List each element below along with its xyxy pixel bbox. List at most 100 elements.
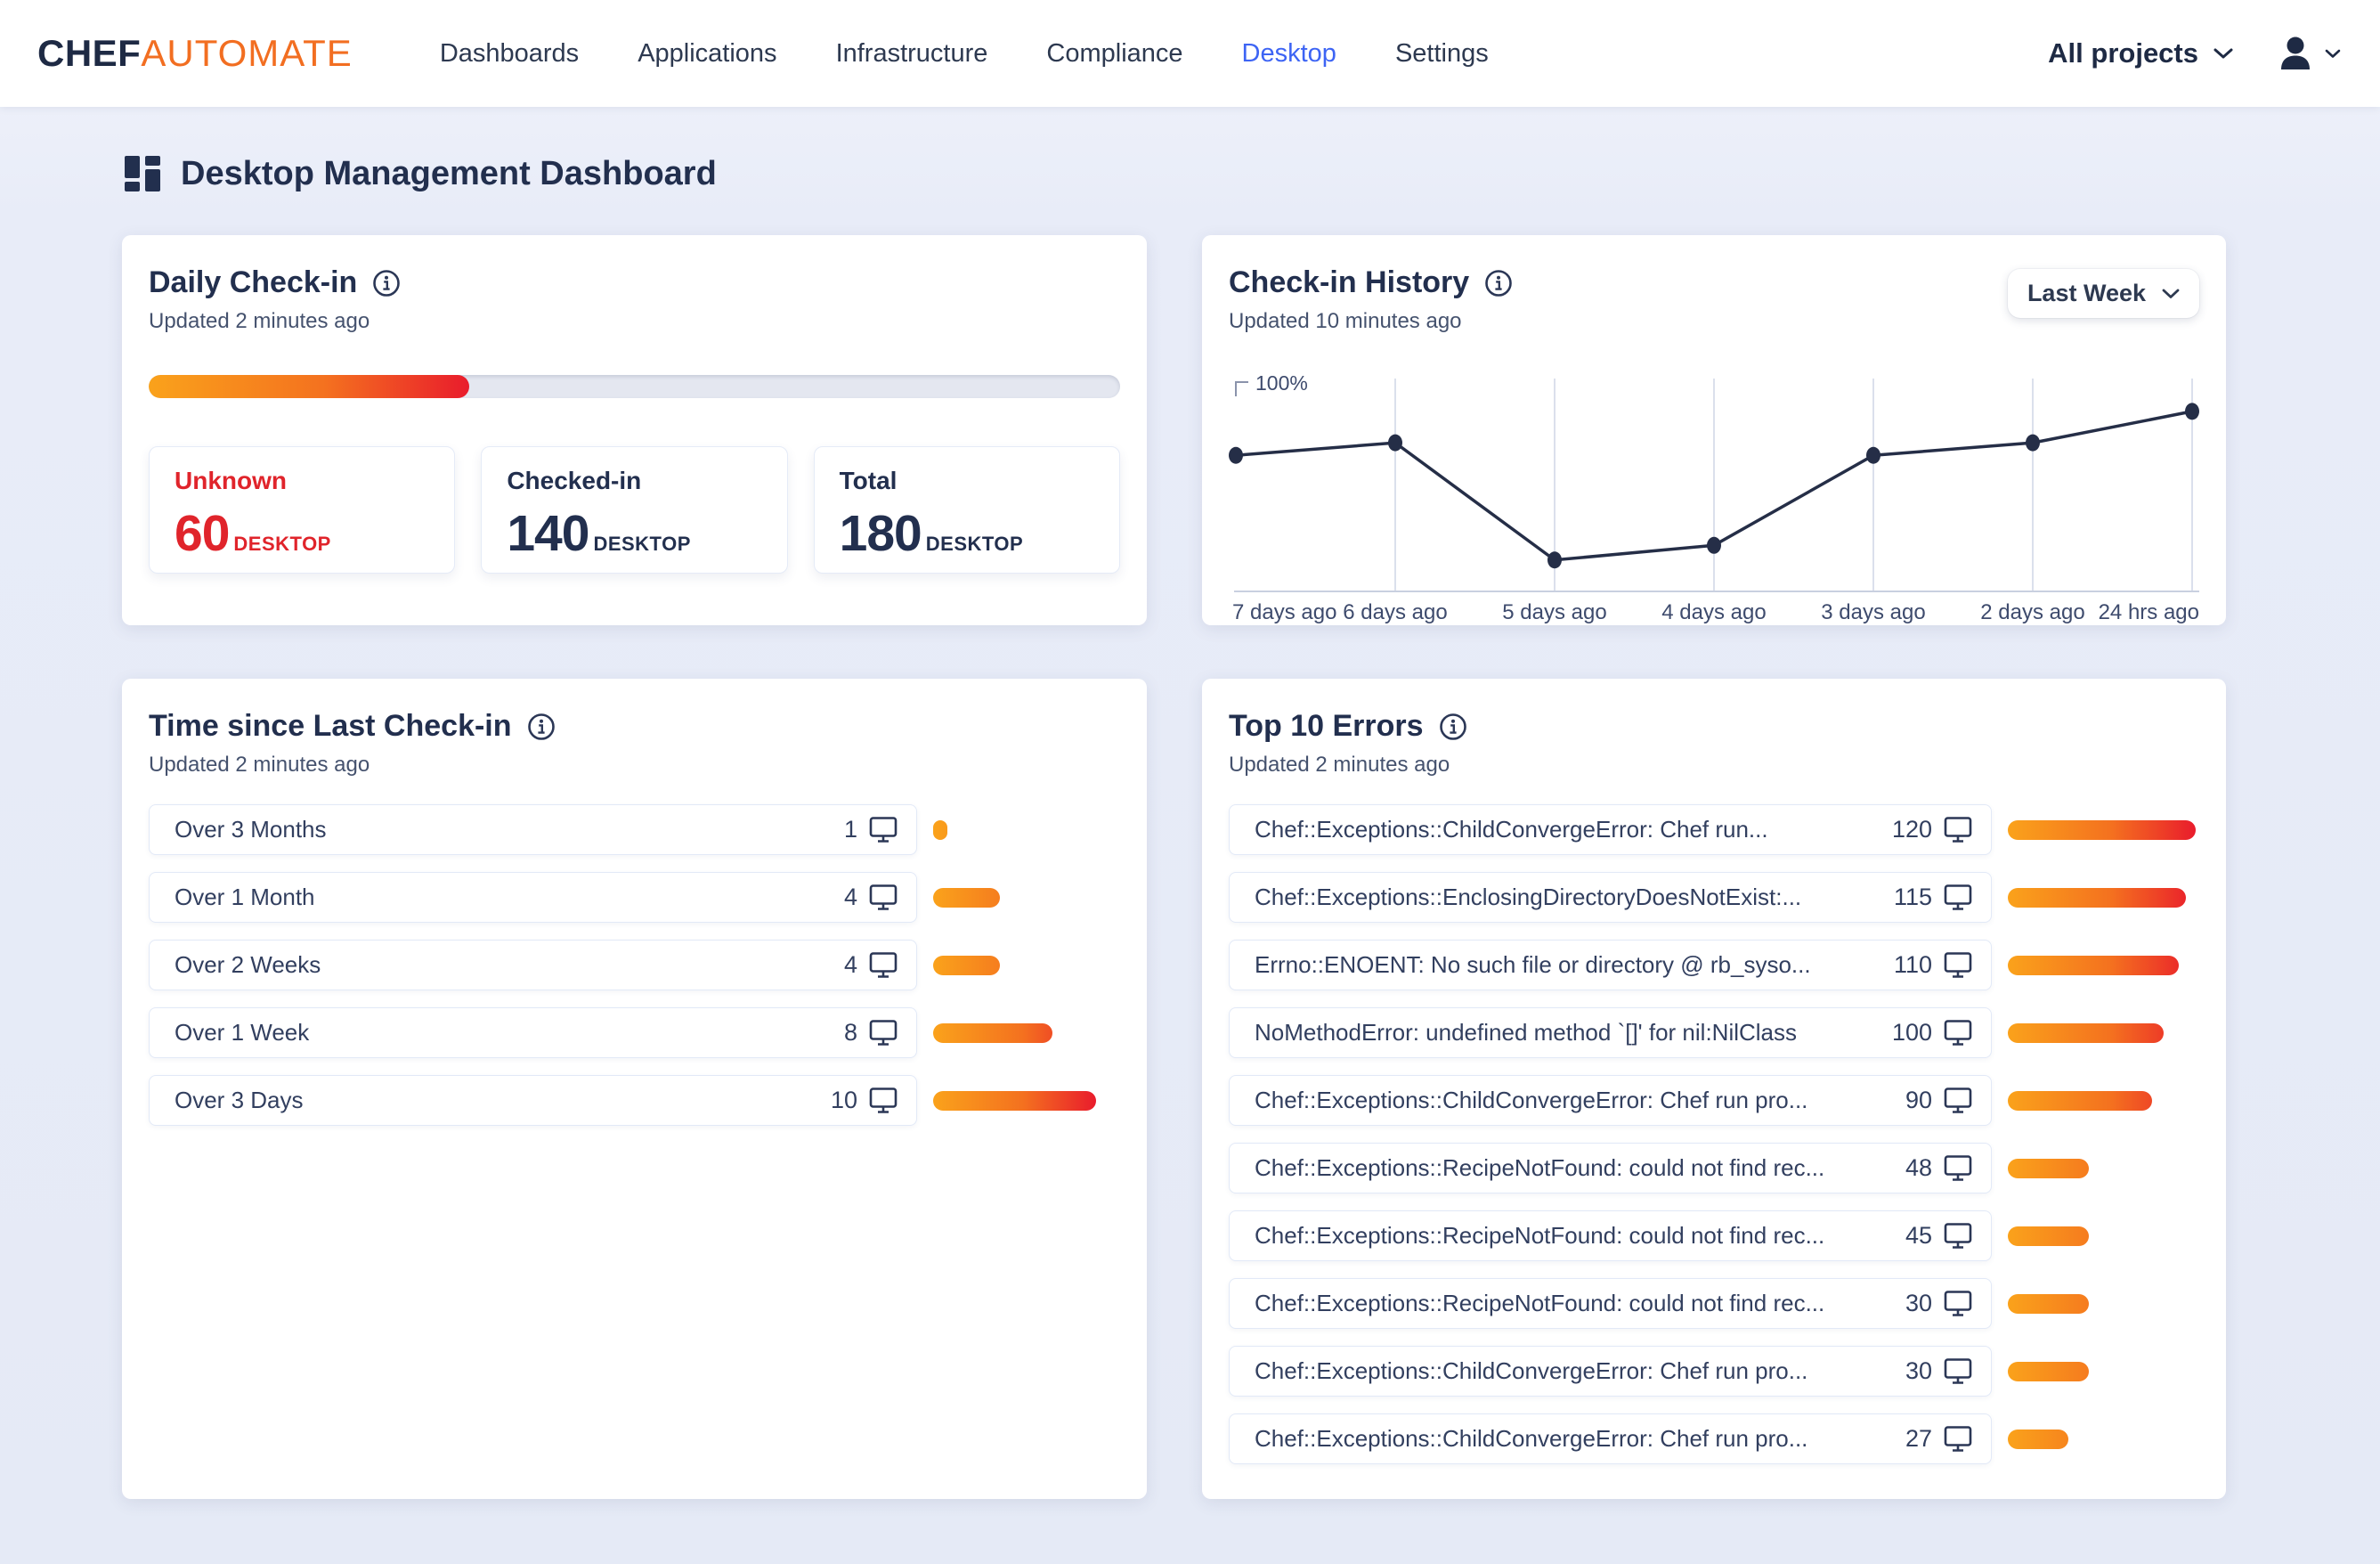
time-range-value: Last Week [2027,280,2146,307]
list-item-label: Chef::Exceptions::ChildConvergeError: Ch… [1255,1357,1893,1385]
info-icon[interactable] [1438,712,1468,742]
top-errors-card: Top 10 Errors Updated 2 minutes ago Chef… [1202,679,2226,1499]
list-item-label: Over 3 Days [175,1087,818,1114]
value-bar [2008,1430,2068,1449]
list-item-pill[interactable]: Chef::Exceptions::EnclosingDirectoryDoes… [1229,872,1992,923]
list-item-pill[interactable]: Chef::Exceptions::ChildConvergeError: Ch… [1229,1346,1992,1397]
nav-item-compliance[interactable]: Compliance [1046,39,1182,69]
projects-filter-label: All projects [2048,37,2198,69]
logo-automate-text: AUTOMATE [141,32,352,75]
nav-item-dashboards[interactable]: Dashboards [440,39,579,69]
list-item-pill[interactable]: Chef::Exceptions::RecipeNotFound: could … [1229,1143,1992,1193]
list-item-label: Over 1 Month [175,884,832,911]
time-since-checkin-card: Time since Last Check-in Updated 2 minut… [122,679,1147,1499]
svg-text:100%: 100% [1255,371,1308,395]
top-errors-updated: Updated 2 minutes ago [1229,753,2199,778]
desktop-monitor-icon [868,816,898,844]
list-item: Over 1 Week 8 [149,1007,1120,1058]
value-bar [933,1091,1096,1111]
list-item-pill[interactable]: Chef::Exceptions::ChildConvergeError: Ch… [1229,1413,1992,1464]
list-item-pill[interactable]: Chef::Exceptions::RecipeNotFound: could … [1229,1278,1992,1329]
dashboard-cards: Daily Check-in Updated 2 minutes ago Unk… [0,194,2380,1499]
list-item-pill[interactable]: Over 2 Weeks 4 [149,940,917,990]
list-item-pill[interactable]: Chef::Exceptions::ChildConvergeError: Ch… [1229,804,1992,855]
nav-item-applications[interactable]: Applications [638,39,776,69]
list-item-count: 100 [1892,1019,1932,1047]
desktop-monitor-icon [868,884,898,912]
projects-filter-dropdown[interactable]: All projects [2048,37,2234,69]
list-item-count: 1 [844,816,857,843]
svg-text:5 days ago: 5 days ago [1502,600,1606,624]
list-item-pill[interactable]: Chef::Exceptions::ChildConvergeError: Ch… [1229,1075,1992,1126]
list-item-label: Chef::Exceptions::ChildConvergeError: Ch… [1255,1425,1893,1453]
value-bar [2008,956,2179,975]
list-item-pill[interactable]: Over 3 Days 10 [149,1075,917,1126]
checkin-history-card: Check-in History Updated 10 minutes ago … [1202,235,2226,625]
list-item-count: 45 [1905,1222,1932,1250]
list-item-label: Chef::Exceptions::ChildConvergeError: Ch… [1255,1087,1893,1114]
stat-label: Checked-in [507,467,761,495]
desktop-monitor-icon [1943,816,1973,844]
desktop-monitor-icon [1943,1290,1973,1318]
list-item-count: 30 [1905,1290,1932,1317]
stat-box-unknown: Unknown 60 DESKTOP [149,446,455,574]
list-item-pill[interactable]: Over 1 Week 8 [149,1007,917,1058]
page-header: Desktop Management Dashboard [122,153,2380,194]
list-item-label: Chef::Exceptions::RecipeNotFound: could … [1255,1290,1893,1317]
list-item: Chef::Exceptions::ChildConvergeError: Ch… [1229,1075,2199,1126]
page-title: Desktop Management Dashboard [181,155,717,193]
desktop-monitor-icon [1943,951,1973,980]
value-bar [2008,820,2196,840]
value-bar [933,820,947,840]
list-item-pill[interactable]: Errno::ENOENT: No such file or directory… [1229,940,1992,990]
list-item-pill[interactable]: Chef::Exceptions::RecipeNotFound: could … [1229,1210,1992,1261]
list-item-label: Chef::Exceptions::EnclosingDirectoryDoes… [1255,884,1881,911]
list-item: Chef::Exceptions::ChildConvergeError: Ch… [1229,804,2199,855]
list-item-label: Chef::Exceptions::RecipeNotFound: could … [1255,1154,1893,1182]
top-errors-rows: Chef::Exceptions::ChildConvergeError: Ch… [1229,804,2199,1464]
list-item-pill[interactable]: NoMethodError: undefined method `[]' for… [1229,1007,1992,1058]
list-item: Chef::Exceptions::ChildConvergeError: Ch… [1229,1413,2199,1464]
list-item-pill[interactable]: Over 3 Months 1 [149,804,917,855]
info-icon[interactable] [1483,268,1514,298]
chevron-down-icon [2325,49,2341,59]
stat-label: Unknown [175,467,429,495]
checkin-progress-fill [149,375,469,398]
nav-item-settings[interactable]: Settings [1395,39,1489,69]
logo-chef-text: CHEF [37,32,141,75]
nav-item-desktop[interactable]: Desktop [1242,39,1336,69]
list-item-count: 4 [844,884,857,911]
list-item-count: 48 [1905,1154,1932,1182]
info-icon[interactable] [526,712,556,742]
time-since-updated: Updated 2 minutes ago [149,753,1120,778]
stat-label: Total [840,467,1094,495]
desktop-monitor-icon [1943,1019,1973,1047]
value-bar [2008,1091,2152,1111]
info-icon[interactable] [371,268,402,298]
nav-item-infrastructure[interactable]: Infrastructure [836,39,988,69]
svg-text:3 days ago: 3 days ago [1821,600,1925,624]
stat-unit: DESKTOP [593,533,690,556]
list-item-pill[interactable]: Over 1 Month 4 [149,872,917,923]
checkin-stat-boxes: Unknown 60 DESKTOP Checked-in 140 DESKTO… [149,446,1120,574]
list-item-label: Over 1 Week [175,1019,832,1047]
list-item-label: Over 3 Months [175,816,832,843]
time-range-select[interactable]: Last Week [2008,269,2199,318]
checkin-progress-bar [149,375,1120,398]
top-errors-title: Top 10 Errors [1229,709,1424,744]
list-item: Over 1 Month 4 [149,872,1120,923]
svg-text:6 days ago: 6 days ago [1343,600,1447,624]
stat-box-checked-in: Checked-in 140 DESKTOP [481,446,787,574]
checkin-history-title: Check-in History [1229,265,1469,300]
user-menu[interactable] [2275,33,2341,74]
daily-checkin-card: Daily Check-in Updated 2 minutes ago Unk… [122,235,1147,625]
list-item: Chef::Exceptions::RecipeNotFound: could … [1229,1143,2199,1193]
value-bar [2008,1226,2089,1246]
value-bar [2008,1159,2089,1178]
list-item-count: 27 [1905,1425,1932,1453]
chevron-down-icon [2213,47,2234,60]
list-item: Errno::ENOENT: No such file or directory… [1229,940,2199,990]
desktop-monitor-icon [868,1087,898,1115]
list-item-count: 90 [1905,1087,1932,1114]
chef-automate-logo[interactable]: CHEF AUTOMATE [37,32,353,75]
